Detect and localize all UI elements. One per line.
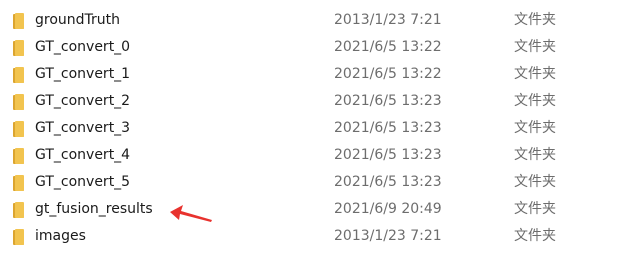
file-modified: 2013/1/23 7:21 bbox=[334, 228, 442, 244]
file-name: images bbox=[35, 228, 86, 244]
file-type: 文件夹 bbox=[514, 147, 556, 163]
file-row[interactable]: groundTruth 2013/1/23 7:21 文件夹 bbox=[0, 7, 633, 34]
file-list: groundTruth 2013/1/23 7:21 文件夹 GT_conver… bbox=[0, 7, 633, 250]
file-row[interactable]: GT_convert_0 2021/6/5 13:22 文件夹 bbox=[0, 34, 633, 61]
file-type: 文件夹 bbox=[514, 66, 556, 82]
file-name: GT_convert_3 bbox=[35, 120, 131, 136]
file-type: 文件夹 bbox=[514, 93, 556, 109]
folder-icon bbox=[13, 94, 24, 110]
file-modified: 2021/6/5 13:23 bbox=[334, 147, 442, 163]
file-row[interactable]: gt_fusion_results 2021/6/9 20:49 文件夹 bbox=[0, 196, 633, 223]
file-row[interactable]: images 2013/1/23 7:21 文件夹 bbox=[0, 223, 633, 250]
file-modified: 2021/6/9 20:49 bbox=[334, 201, 442, 217]
file-row[interactable]: GT_convert_1 2021/6/5 13:22 文件夹 bbox=[0, 61, 633, 88]
red-arrow-icon bbox=[170, 205, 212, 222]
file-modified: 2021/6/5 13:23 bbox=[334, 174, 442, 190]
file-modified: 2021/6/5 13:23 bbox=[334, 120, 442, 136]
file-name: GT_convert_2 bbox=[35, 93, 131, 109]
file-modified: 2021/6/5 13:22 bbox=[334, 39, 442, 55]
file-row[interactable]: GT_convert_3 2021/6/5 13:23 文件夹 bbox=[0, 115, 633, 142]
file-row[interactable]: GT_convert_2 2021/6/5 13:23 文件夹 bbox=[0, 88, 633, 115]
file-modified: 2021/6/5 13:22 bbox=[334, 66, 442, 82]
folder-icon bbox=[13, 229, 24, 245]
file-name: GT_convert_4 bbox=[35, 147, 131, 163]
file-modified: 2013/1/23 7:21 bbox=[334, 12, 442, 28]
file-row[interactable]: GT_convert_4 2021/6/5 13:23 文件夹 bbox=[0, 142, 633, 169]
file-name: groundTruth bbox=[35, 12, 121, 28]
file-type: 文件夹 bbox=[514, 12, 556, 28]
file-type: 文件夹 bbox=[514, 174, 556, 190]
file-row[interactable]: GT_convert_5 2021/6/5 13:23 文件夹 bbox=[0, 169, 633, 196]
folder-icon bbox=[13, 67, 24, 83]
file-name: GT_convert_0 bbox=[35, 39, 131, 55]
file-modified: 2021/6/5 13:23 bbox=[334, 93, 442, 109]
folder-icon bbox=[13, 13, 24, 29]
file-name: GT_convert_1 bbox=[35, 66, 131, 82]
folder-icon bbox=[13, 148, 24, 164]
folder-icon bbox=[13, 175, 24, 191]
file-name: GT_convert_5 bbox=[35, 174, 131, 190]
file-type: 文件夹 bbox=[514, 201, 556, 217]
file-name: gt_fusion_results bbox=[35, 201, 153, 217]
folder-icon bbox=[13, 40, 24, 56]
file-type: 文件夹 bbox=[514, 228, 556, 244]
folder-icon bbox=[13, 121, 24, 137]
file-type: 文件夹 bbox=[514, 39, 556, 55]
folder-icon bbox=[13, 202, 24, 218]
file-type: 文件夹 bbox=[514, 120, 556, 136]
